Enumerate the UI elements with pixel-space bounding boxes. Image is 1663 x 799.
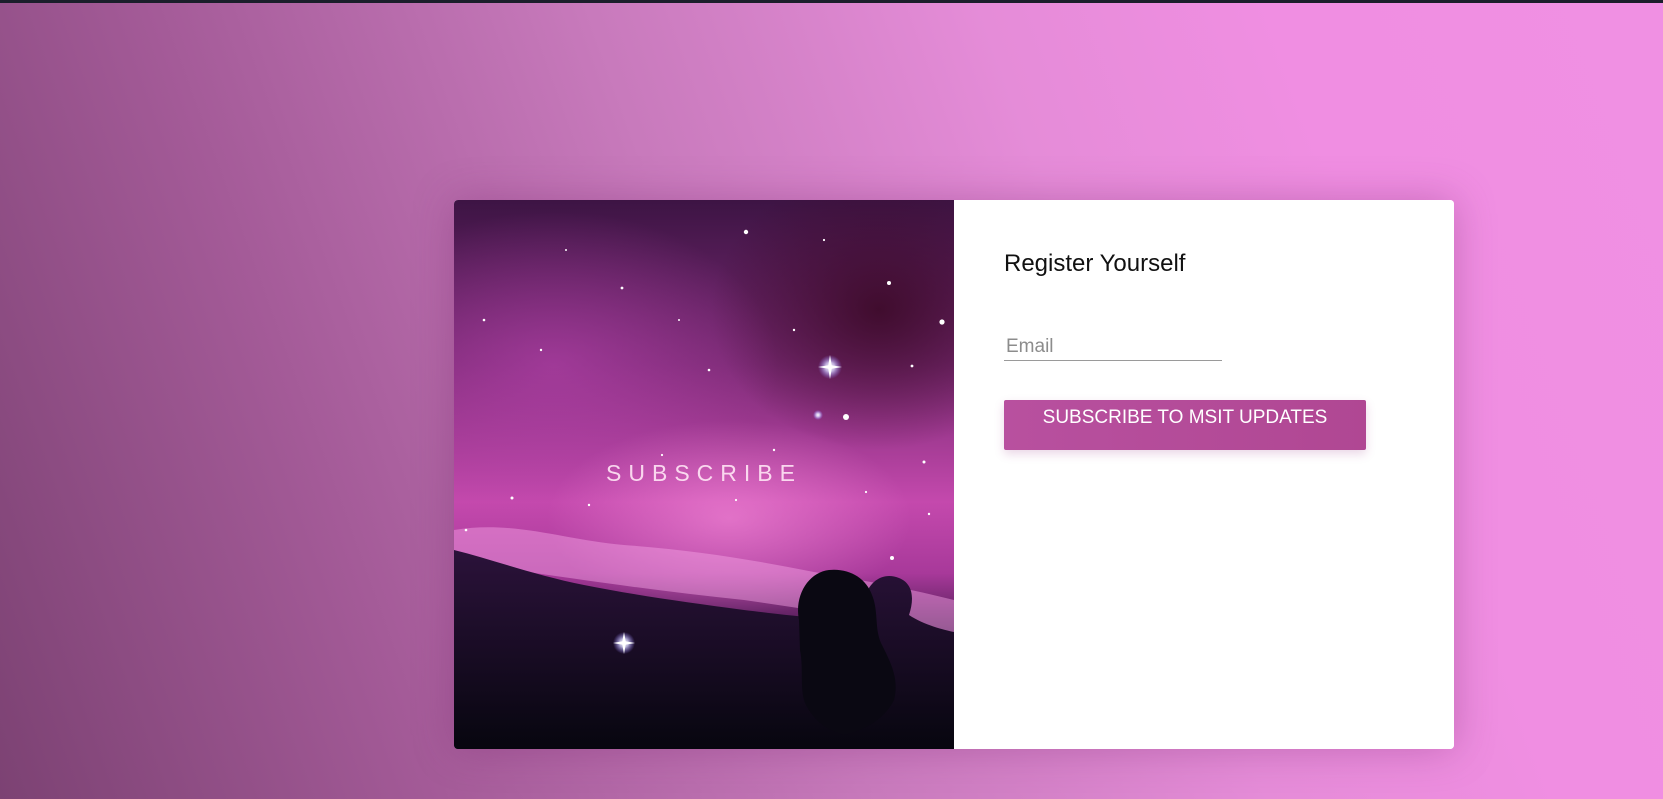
subscribe-card: SUBSCRIBE Register Yourself SUBSCRIBE TO…: [454, 200, 1454, 749]
subscribe-button[interactable]: SUBSCRIBE TO MSIT UPDATES: [1004, 400, 1366, 450]
browser-top-strip: [0, 0, 1663, 3]
hero-image-panel: SUBSCRIBE: [454, 200, 954, 749]
hero-title: SUBSCRIBE: [606, 460, 802, 486]
registration-form: Register Yourself SUBSCRIBE TO MSIT UPDA…: [954, 200, 1454, 749]
star-field: [464, 229, 945, 560]
email-input[interactable]: [1004, 333, 1222, 361]
form-title: Register Yourself: [1004, 250, 1186, 277]
